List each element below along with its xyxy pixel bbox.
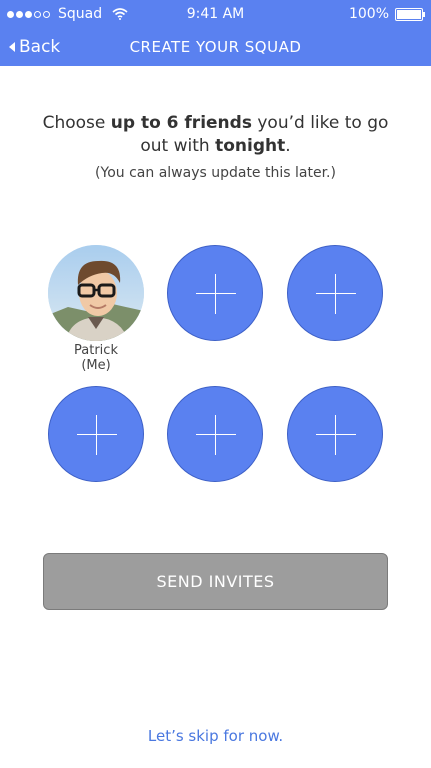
status-bar: Squad 9:41 AM 100%	[0, 0, 431, 30]
avatar	[48, 245, 144, 341]
plus-icon	[316, 434, 356, 435]
add-friend-button[interactable]	[167, 386, 263, 482]
plus-icon	[77, 434, 117, 435]
add-friend-button[interactable]	[167, 245, 263, 341]
skip-link[interactable]: Let’s skip for now.	[0, 727, 431, 745]
profile-photo	[48, 245, 144, 341]
battery-percent: 100%	[348, 6, 389, 22]
member-name-label: Patrick (Me)	[74, 343, 118, 373]
battery-info: 100%	[348, 6, 425, 22]
plus-icon	[196, 434, 236, 435]
add-friend-button[interactable]	[287, 386, 383, 482]
page-title: CREATE YOUR SQUAD	[129, 38, 302, 56]
nav-bar: Back CREATE YOUR SQUAD	[0, 30, 431, 66]
add-friend-button[interactable]	[287, 245, 383, 341]
app-header: Squad 9:41 AM 100% Back CREATE YOUR SQUA…	[0, 0, 431, 66]
instructions-text: Choose up to 6 friends you’d like to go …	[42, 113, 389, 156]
plus-icon	[196, 293, 236, 294]
update-note: (You can always update this later.)	[95, 165, 336, 181]
send-invites-button[interactable]: SEND INVITES	[43, 553, 388, 610]
add-friend-button[interactable]	[48, 386, 144, 482]
plus-icon	[316, 293, 356, 294]
battery-icon	[395, 7, 425, 21]
